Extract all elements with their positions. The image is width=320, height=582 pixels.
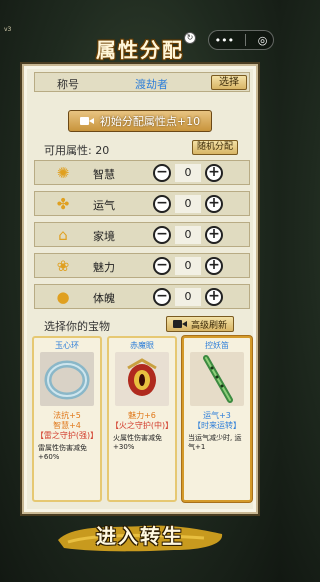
attribute-row-luck: ✤ 运气 − 0 + <box>34 191 250 216</box>
treasure-name: 控妖笛 <box>205 341 229 350</box>
increase-button[interactable]: + <box>205 257 223 275</box>
house-icon: ⌂ <box>58 226 68 244</box>
attribute-value: 0 <box>175 195 201 213</box>
attribute-value: 0 <box>175 288 201 306</box>
increase-button[interactable]: + <box>205 288 223 306</box>
random-assign-button[interactable]: 随机分配 <box>192 140 238 155</box>
page-title: 属性分配 <box>96 37 184 62</box>
treasure-card[interactable]: 控妖笛 运气+3 【时来运转】 当运气减少时, 运气+1 <box>182 336 252 502</box>
select-title-button[interactable]: 选择 <box>211 75 247 90</box>
video-icon <box>79 116 94 126</box>
decrease-button[interactable]: − <box>153 195 171 213</box>
jade-ring-icon <box>40 352 94 406</box>
enter-rebirth-label: 进入转生 <box>96 524 184 548</box>
decrease-button[interactable]: − <box>153 257 171 275</box>
title-banner: 属性分配 ↻ <box>72 30 208 66</box>
bulb-icon: ✺ <box>56 164 70 182</box>
flower-icon: ❀ <box>56 257 70 275</box>
clover-icon: ✤ <box>56 195 70 213</box>
attribute-name: 运气 <box>93 199 115 212</box>
attribute-name: 智慧 <box>93 168 115 181</box>
initial-points-button[interactable]: 初始分配属性点+10 <box>68 110 212 132</box>
increase-button[interactable]: + <box>205 226 223 244</box>
attribute-value: 0 <box>175 164 201 182</box>
increase-button[interactable]: + <box>205 164 223 182</box>
capsule-divider <box>245 34 247 46</box>
enter-rebirth-button[interactable]: 进入转生 <box>54 518 226 558</box>
treasure-label: 选择你的宝物 <box>44 320 110 333</box>
increase-button[interactable]: + <box>205 195 223 213</box>
decrease-button[interactable]: − <box>153 226 171 244</box>
more-dots-icon[interactable]: ••• <box>215 34 234 47</box>
title-row-value: 渡劫者 <box>135 78 168 91</box>
advanced-refresh-label: 高级刷新 <box>190 320 227 331</box>
video-icon <box>172 319 187 329</box>
treasure-name: 赤魔眼 <box>130 341 154 350</box>
treasure-tag: 【火之守护(中)】 <box>110 421 174 430</box>
title-row: 称号 渡劫者 选择 <box>34 72 250 92</box>
attribute-name: 魅力 <box>93 261 115 274</box>
available-points: 可用属性: 20 <box>44 144 110 157</box>
treasure-tag: 【雷之守护(强)】 <box>35 431 99 440</box>
demon-eye-icon <box>115 352 169 406</box>
treasure-description: 火属性伤害减免+30% <box>113 434 162 451</box>
title-row-label: 称号 <box>57 78 79 91</box>
treasure-card[interactable]: 赤魔眼 魅力+6 【火之守护(中)】 火属性伤害减免+30% <box>107 336 177 502</box>
decrease-button[interactable]: − <box>153 164 171 182</box>
attribute-name: 家境 <box>93 230 115 243</box>
mini-program-capsule[interactable]: ••• ◎ <box>208 30 274 50</box>
advanced-refresh-button[interactable]: 高级刷新 <box>166 316 234 332</box>
attribute-name: 体魄 <box>93 292 115 305</box>
attribute-panel: 称号 渡劫者 选择 初始分配属性点+10 可用属性: 20 随机分配 ✺ 智慧 … <box>22 64 258 514</box>
attribute-row-wisdom: ✺ 智慧 − 0 + <box>34 160 250 185</box>
attribute-row-physique: ● 体魄 − 0 + <box>34 284 250 309</box>
person-icon: ● <box>56 288 70 306</box>
treasure-tag: 【时来运转】 <box>193 421 241 430</box>
attribute-row-charm: ❀ 魅力 − 0 + <box>34 253 250 278</box>
flute-icon <box>190 352 244 406</box>
treasure-cards: 玉心环 法抗+5 智慧+4 【雷之守护(强)】 雷属性伤害减免+60% 赤魔眼 … <box>32 336 252 502</box>
treasure-description: 当运气减少时, 运气+1 <box>188 434 242 451</box>
attribute-value: 0 <box>175 226 201 244</box>
treasure-name: 玉心环 <box>55 341 79 350</box>
refresh-badge-icon[interactable]: ↻ <box>184 32 196 44</box>
initial-points-label: 初始分配属性点+10 <box>99 115 201 128</box>
attribute-row-family: ⌂ 家境 − 0 + <box>34 222 250 247</box>
decrease-button[interactable]: − <box>153 288 171 306</box>
version-label: v3 <box>4 26 12 33</box>
attribute-value: 0 <box>175 257 201 275</box>
treasure-card[interactable]: 玉心环 法抗+5 智慧+4 【雷之守护(强)】 雷属性伤害减免+60% <box>32 336 102 502</box>
target-icon[interactable]: ◎ <box>258 34 268 47</box>
treasure-description: 雷属性伤害减免+60% <box>38 444 87 461</box>
